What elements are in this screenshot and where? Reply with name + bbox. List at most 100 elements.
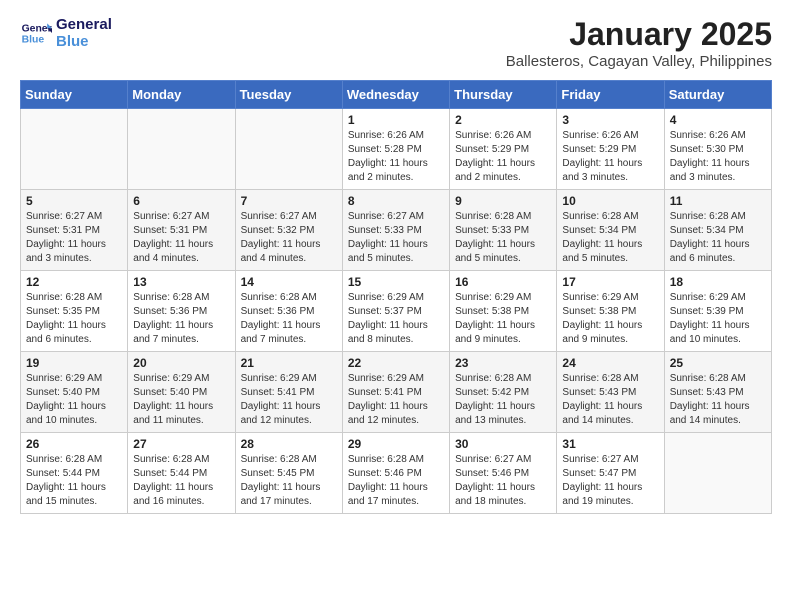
day-info: Sunrise: 6:27 AM Sunset: 5:31 PM Dayligh… <box>26 210 122 266</box>
day-number: 28 <box>241 437 337 451</box>
calendar-cell: 13 Sunrise: 6:28 AM Sunset: 5:36 PM Dayli… <box>128 271 235 352</box>
day-info: Sunrise: 6:28 AM Sunset: 5:44 PM Dayligh… <box>133 453 229 509</box>
calendar-header: SundayMondayTuesdayWednesdayThursdayFrid… <box>21 81 772 109</box>
calendar-cell: 23 Sunrise: 6:28 AM Sunset: 5:42 PM Dayli… <box>450 352 557 433</box>
day-info: Sunrise: 6:28 AM Sunset: 5:43 PM Dayligh… <box>562 372 658 428</box>
day-number: 5 <box>26 194 122 208</box>
day-info: Sunrise: 6:28 AM Sunset: 5:36 PM Dayligh… <box>133 291 229 347</box>
day-number: 23 <box>455 356 551 370</box>
day-info: Sunrise: 6:29 AM Sunset: 5:40 PM Dayligh… <box>133 372 229 428</box>
svg-text:Blue: Blue <box>22 35 45 46</box>
header-thursday: Thursday <box>450 81 557 109</box>
day-info: Sunrise: 6:28 AM Sunset: 5:36 PM Dayligh… <box>241 291 337 347</box>
calendar-cell: 6Sunrise: 6:27 AM Sunset: 5:31 PM Daylig… <box>128 190 235 271</box>
calendar-cell <box>128 109 235 190</box>
calendar-cell: 17 Sunrise: 6:29 AM Sunset: 5:38 PM Dayli… <box>557 271 664 352</box>
calendar-cell: 1Sunrise: 6:26 AM Sunset: 5:28 PM Daylig… <box>342 109 449 190</box>
header-friday: Friday <box>557 81 664 109</box>
day-number: 26 <box>26 437 122 451</box>
page-header: General Blue General Blue January 2025 B… <box>20 16 772 70</box>
calendar-cell <box>235 109 342 190</box>
week-row-4: 26 Sunrise: 6:28 AM Sunset: 5:44 PM Dayli… <box>21 433 772 514</box>
day-number: 2 <box>455 113 551 127</box>
day-number: 30 <box>455 437 551 451</box>
day-info: Sunrise: 6:28 AM Sunset: 5:34 PM Dayligh… <box>670 210 766 266</box>
day-info: Sunrise: 6:26 AM Sunset: 5:29 PM Dayligh… <box>562 129 658 185</box>
calendar-cell: 31 Sunrise: 6:27 AM Sunset: 5:47 PM Dayli… <box>557 433 664 514</box>
day-number: 25 <box>670 356 766 370</box>
day-info: Sunrise: 6:27 AM Sunset: 5:46 PM Dayligh… <box>455 453 551 509</box>
day-number: 21 <box>241 356 337 370</box>
day-info: Sunrise: 6:28 AM Sunset: 5:43 PM Dayligh… <box>670 372 766 428</box>
calendar-cell: 15Sunrise: 6:29 AM Sunset: 5:37 PM Dayli… <box>342 271 449 352</box>
day-info: Sunrise: 6:26 AM Sunset: 5:28 PM Dayligh… <box>348 129 444 185</box>
calendar-cell <box>664 433 771 514</box>
calendar-table: SundayMondayTuesdayWednesdayThursdayFrid… <box>20 80 772 514</box>
logo: General Blue General Blue <box>20 16 112 50</box>
day-number: 18 <box>670 275 766 289</box>
day-info: Sunrise: 6:29 AM Sunset: 5:37 PM Dayligh… <box>348 291 444 347</box>
calendar-cell: 14 Sunrise: 6:28 AM Sunset: 5:36 PM Dayli… <box>235 271 342 352</box>
calendar-cell: 18 Sunrise: 6:29 AM Sunset: 5:39 PM Dayli… <box>664 271 771 352</box>
calendar-cell: 30 Sunrise: 6:27 AM Sunset: 5:46 PM Dayli… <box>450 433 557 514</box>
day-number: 24 <box>562 356 658 370</box>
day-number: 19 <box>26 356 122 370</box>
day-number: 10 <box>562 194 658 208</box>
day-number: 7 <box>241 194 337 208</box>
day-number: 3 <box>562 113 658 127</box>
day-info: Sunrise: 6:28 AM Sunset: 5:44 PM Dayligh… <box>26 453 122 509</box>
day-info: Sunrise: 6:26 AM Sunset: 5:29 PM Dayligh… <box>455 129 551 185</box>
calendar-cell: 22 Sunrise: 6:29 AM Sunset: 5:41 PM Dayli… <box>342 352 449 433</box>
day-number: 31 <box>562 437 658 451</box>
day-number: 8 <box>348 194 444 208</box>
day-info: Sunrise: 6:29 AM Sunset: 5:40 PM Dayligh… <box>26 372 122 428</box>
calendar-cell: 25 Sunrise: 6:28 AM Sunset: 5:43 PM Dayli… <box>664 352 771 433</box>
day-number: 22 <box>348 356 444 370</box>
day-number: 9 <box>455 194 551 208</box>
day-info: Sunrise: 6:28 AM Sunset: 5:42 PM Dayligh… <box>455 372 551 428</box>
header-tuesday: Tuesday <box>235 81 342 109</box>
day-info: Sunrise: 6:27 AM Sunset: 5:47 PM Dayligh… <box>562 453 658 509</box>
calendar-cell: 16Sunrise: 6:29 AM Sunset: 5:38 PM Dayli… <box>450 271 557 352</box>
day-number: 12 <box>26 275 122 289</box>
logo-general: General <box>56 16 112 33</box>
calendar-cell: 4Sunrise: 6:26 AM Sunset: 5:30 PM Daylig… <box>664 109 771 190</box>
calendar-cell: 20Sunrise: 6:29 AM Sunset: 5:40 PM Dayli… <box>128 352 235 433</box>
day-info: Sunrise: 6:27 AM Sunset: 5:33 PM Dayligh… <box>348 210 444 266</box>
day-number: 6 <box>133 194 229 208</box>
day-info: Sunrise: 6:28 AM Sunset: 5:34 PM Dayligh… <box>562 210 658 266</box>
day-number: 29 <box>348 437 444 451</box>
calendar-cell <box>21 109 128 190</box>
calendar-cell: 24 Sunrise: 6:28 AM Sunset: 5:43 PM Dayli… <box>557 352 664 433</box>
day-number: 11 <box>670 194 766 208</box>
header-monday: Monday <box>128 81 235 109</box>
day-number: 27 <box>133 437 229 451</box>
week-row-0: 1Sunrise: 6:26 AM Sunset: 5:28 PM Daylig… <box>21 109 772 190</box>
month-title: January 2025 <box>506 16 772 53</box>
header-row: SundayMondayTuesdayWednesdayThursdayFrid… <box>21 81 772 109</box>
calendar-cell: 10 Sunrise: 6:28 AM Sunset: 5:34 PM Dayli… <box>557 190 664 271</box>
calendar-cell: 8 Sunrise: 6:27 AM Sunset: 5:33 PM Daylig… <box>342 190 449 271</box>
week-row-1: 5 Sunrise: 6:27 AM Sunset: 5:31 PM Daylig… <box>21 190 772 271</box>
day-info: Sunrise: 6:29 AM Sunset: 5:38 PM Dayligh… <box>562 291 658 347</box>
title-block: January 2025 Ballesteros, Cagayan Valley… <box>506 16 772 70</box>
week-row-3: 19 Sunrise: 6:29 AM Sunset: 5:40 PM Dayli… <box>21 352 772 433</box>
calendar-cell: 2 Sunrise: 6:26 AM Sunset: 5:29 PM Daylig… <box>450 109 557 190</box>
day-number: 13 <box>133 275 229 289</box>
day-info: Sunrise: 6:29 AM Sunset: 5:38 PM Dayligh… <box>455 291 551 347</box>
day-info: Sunrise: 6:28 AM Sunset: 5:45 PM Dayligh… <box>241 453 337 509</box>
calendar-cell: 12Sunrise: 6:28 AM Sunset: 5:35 PM Dayli… <box>21 271 128 352</box>
calendar-cell: 26 Sunrise: 6:28 AM Sunset: 5:44 PM Dayli… <box>21 433 128 514</box>
logo-blue: Blue <box>56 33 112 50</box>
header-saturday: Saturday <box>664 81 771 109</box>
week-row-2: 12Sunrise: 6:28 AM Sunset: 5:35 PM Dayli… <box>21 271 772 352</box>
calendar-cell: 7 Sunrise: 6:27 AM Sunset: 5:32 PM Daylig… <box>235 190 342 271</box>
location-subtitle: Ballesteros, Cagayan Valley, Philippines <box>506 53 772 70</box>
day-number: 14 <box>241 275 337 289</box>
day-info: Sunrise: 6:27 AM Sunset: 5:32 PM Dayligh… <box>241 210 337 266</box>
day-info: Sunrise: 6:29 AM Sunset: 5:41 PM Dayligh… <box>348 372 444 428</box>
header-sunday: Sunday <box>21 81 128 109</box>
calendar-cell: 27 Sunrise: 6:28 AM Sunset: 5:44 PM Dayli… <box>128 433 235 514</box>
day-info: Sunrise: 6:29 AM Sunset: 5:39 PM Dayligh… <box>670 291 766 347</box>
day-number: 17 <box>562 275 658 289</box>
